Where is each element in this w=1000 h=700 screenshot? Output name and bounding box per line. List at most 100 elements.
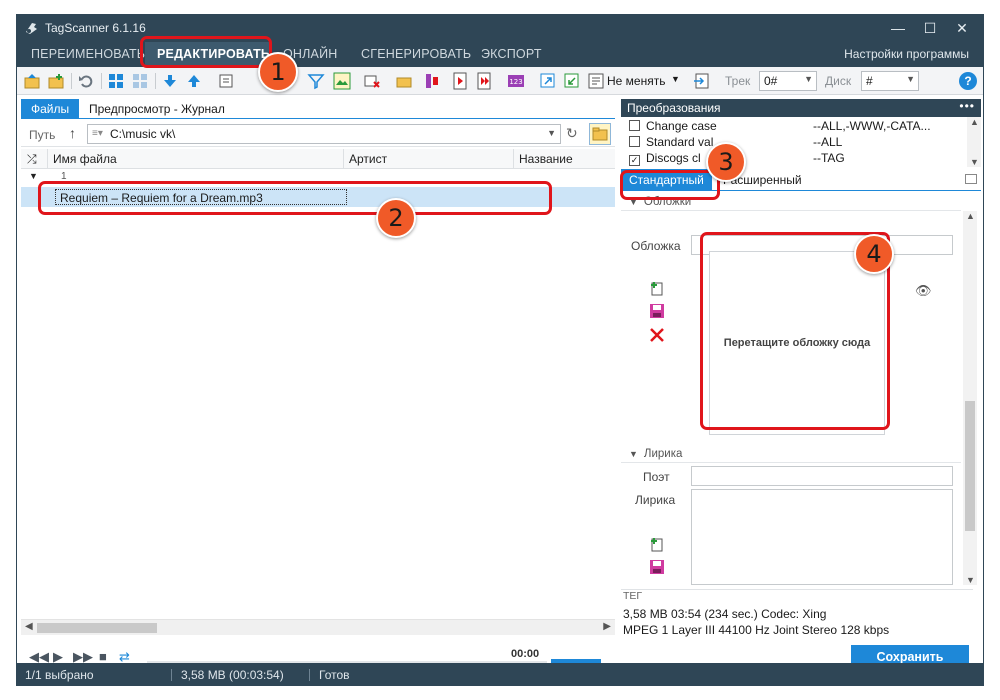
column-title[interactable]: Название: [519, 152, 573, 166]
chevron-down-icon: ▼: [804, 74, 813, 84]
panel-layout-icon[interactable]: [965, 174, 977, 184]
scroll-up-icon[interactable]: ▲: [970, 117, 979, 127]
up-folder-icon[interactable]: ↑: [69, 125, 76, 141]
list-item[interactable]: Change case: [629, 119, 717, 135]
grid-view-icon[interactable]: [107, 72, 125, 90]
annotation-box-file-row: [38, 181, 552, 215]
shuffle-icon[interactable]: ⤮: [27, 152, 37, 167]
save-lyrics-icon[interactable]: [649, 559, 665, 575]
lyrics-textarea[interactable]: [691, 489, 953, 585]
scrollbar-thumb[interactable]: [965, 401, 975, 531]
files-tabs: Файлы Предпросмотр - Журнал: [21, 99, 615, 119]
scroll-down-icon[interactable]: ▼: [970, 157, 979, 167]
status-separator: [171, 669, 172, 681]
transforms-scrollbar[interactable]: ▲ ▼: [967, 117, 981, 167]
eye-icon[interactable]: 👁: [915, 283, 932, 299]
collapse-triangle-icon[interactable]: ▼: [629, 449, 638, 459]
folder-list-icon: ≡▾: [92, 128, 103, 139]
status-selected: 1/1 выбрано: [25, 668, 94, 682]
maximize-button[interactable]: ☐: [915, 18, 945, 38]
scrollbar-thumb[interactable]: [37, 623, 157, 633]
keep-mode-icon: [587, 72, 605, 90]
annotation-box-standard-tab: [620, 170, 720, 200]
tab-preview-log[interactable]: Предпросмотр - Журнал: [79, 99, 235, 119]
menu-rename[interactable]: ПЕРЕИМЕНОВАТЬ: [31, 47, 145, 61]
track-format-select[interactable]: 0# ▼: [759, 71, 817, 91]
horizontal-scrollbar[interactable]: ◀ ▶: [21, 619, 615, 635]
stop-icon[interactable]: ■: [99, 649, 107, 664]
lyrics-section-title: Лирика: [643, 448, 683, 460]
help-icon[interactable]: ?: [959, 72, 977, 90]
browse-folder-icon[interactable]: [589, 123, 611, 145]
move-down-icon[interactable]: [161, 72, 179, 90]
keep-mode-dropdown[interactable]: Не менять: [607, 74, 665, 88]
annotation-box-edit-menu: [140, 36, 272, 68]
checkbox[interactable]: [629, 120, 640, 131]
menu-export[interactable]: ЭКСПОРТ: [481, 47, 542, 61]
tab-files[interactable]: Файлы: [21, 99, 80, 119]
annotation-badge-4: 4: [854, 234, 894, 274]
collapse-triangle-icon[interactable]: ▼: [29, 171, 38, 181]
toolbar: 123 Не менять ▼ Трек 0# ▼ Диск # ▼ ?: [17, 67, 983, 95]
filter-icon[interactable]: [307, 72, 325, 90]
disc-format-value: #: [866, 74, 873, 88]
load-tags-icon[interactable]: [23, 72, 41, 90]
toolbar-separator: [155, 73, 156, 89]
scroll-left-icon[interactable]: ◀: [25, 621, 33, 632]
close-button[interactable]: ✕: [947, 18, 977, 38]
next-file-icon[interactable]: [475, 72, 493, 90]
path-input[interactable]: ≡▾ C:\music vk\ ▼: [87, 124, 561, 144]
transforms-title: Преобразования: [627, 101, 721, 115]
chevron-down-icon[interactable]: ▼: [671, 74, 680, 84]
grid-alt-icon[interactable]: [131, 72, 149, 90]
play-file-icon[interactable]: [451, 72, 469, 90]
path-label: Путь: [29, 128, 56, 142]
image-tag-icon[interactable]: [333, 72, 351, 90]
lyrics-section-header[interactable]: ▼ Лирика: [621, 445, 961, 463]
playback-time: 00:00: [511, 648, 540, 660]
column-separator[interactable]: [343, 149, 344, 169]
status-bar: 1/1 выбрано 3,58 MB (00:03:54) Готов: [17, 663, 983, 685]
move-up-icon[interactable]: [185, 72, 203, 90]
undo-icon[interactable]: [77, 72, 95, 90]
checkbox[interactable]: [629, 136, 640, 147]
list-item[interactable]: ✓ Discogs cl: [629, 151, 701, 167]
chevron-down-icon[interactable]: ▼: [547, 128, 556, 138]
add-folder-icon[interactable]: [47, 72, 65, 90]
file-grid-header: ⤮ Имя файла Артист Название: [21, 149, 615, 169]
export-image-icon[interactable]: [539, 72, 557, 90]
folder-tag-icon[interactable]: [395, 72, 413, 90]
write-track-icon[interactable]: [693, 72, 711, 90]
refresh-icon[interactable]: ↻: [566, 125, 578, 142]
path-value: C:\music vk\: [110, 127, 176, 141]
poet-field[interactable]: [691, 466, 953, 486]
column-artist[interactable]: Артист: [349, 152, 387, 166]
scroll-down-icon[interactable]: ▼: [966, 575, 975, 585]
copy-tags-icon[interactable]: [217, 72, 235, 90]
column-filename[interactable]: Имя файла: [53, 152, 117, 166]
file-info-line-2: MPEG 1 Layer III 44100 Hz Joint Stereo 1…: [623, 623, 890, 637]
scroll-up-icon[interactable]: ▲: [966, 211, 975, 221]
editor-scrollbar[interactable]: ▲ ▼: [963, 211, 977, 585]
more-icon[interactable]: •••: [959, 99, 975, 113]
column-separator[interactable]: [513, 149, 514, 169]
transform-value: --ALL,-WWW,-CATA...: [813, 119, 931, 133]
add-cover-icon[interactable]: [649, 281, 665, 297]
settings-link[interactable]: Настройки программы: [844, 47, 969, 61]
status-separator: [309, 669, 310, 681]
import-image-icon[interactable]: [563, 72, 581, 90]
numbering-icon[interactable]: 123: [507, 72, 525, 90]
checkbox-checked[interactable]: ✓: [629, 155, 640, 166]
menu-generate[interactable]: СГЕНЕРИРОВАТЬ: [361, 47, 471, 61]
minimize-button[interactable]: —: [883, 18, 913, 38]
delete-cover-icon[interactable]: [649, 327, 665, 343]
remove-tags-icon[interactable]: [363, 72, 381, 90]
tag-columns-icon[interactable]: [423, 72, 441, 90]
save-cover-icon[interactable]: [649, 303, 665, 319]
scroll-right-icon[interactable]: ▶: [603, 621, 611, 632]
disc-format-select[interactable]: # ▼: [861, 71, 919, 91]
transform-name: Change case: [646, 119, 717, 133]
list-item[interactable]: Standard val: [629, 135, 713, 151]
column-separator: [47, 149, 48, 169]
add-lyrics-icon[interactable]: [649, 537, 665, 553]
